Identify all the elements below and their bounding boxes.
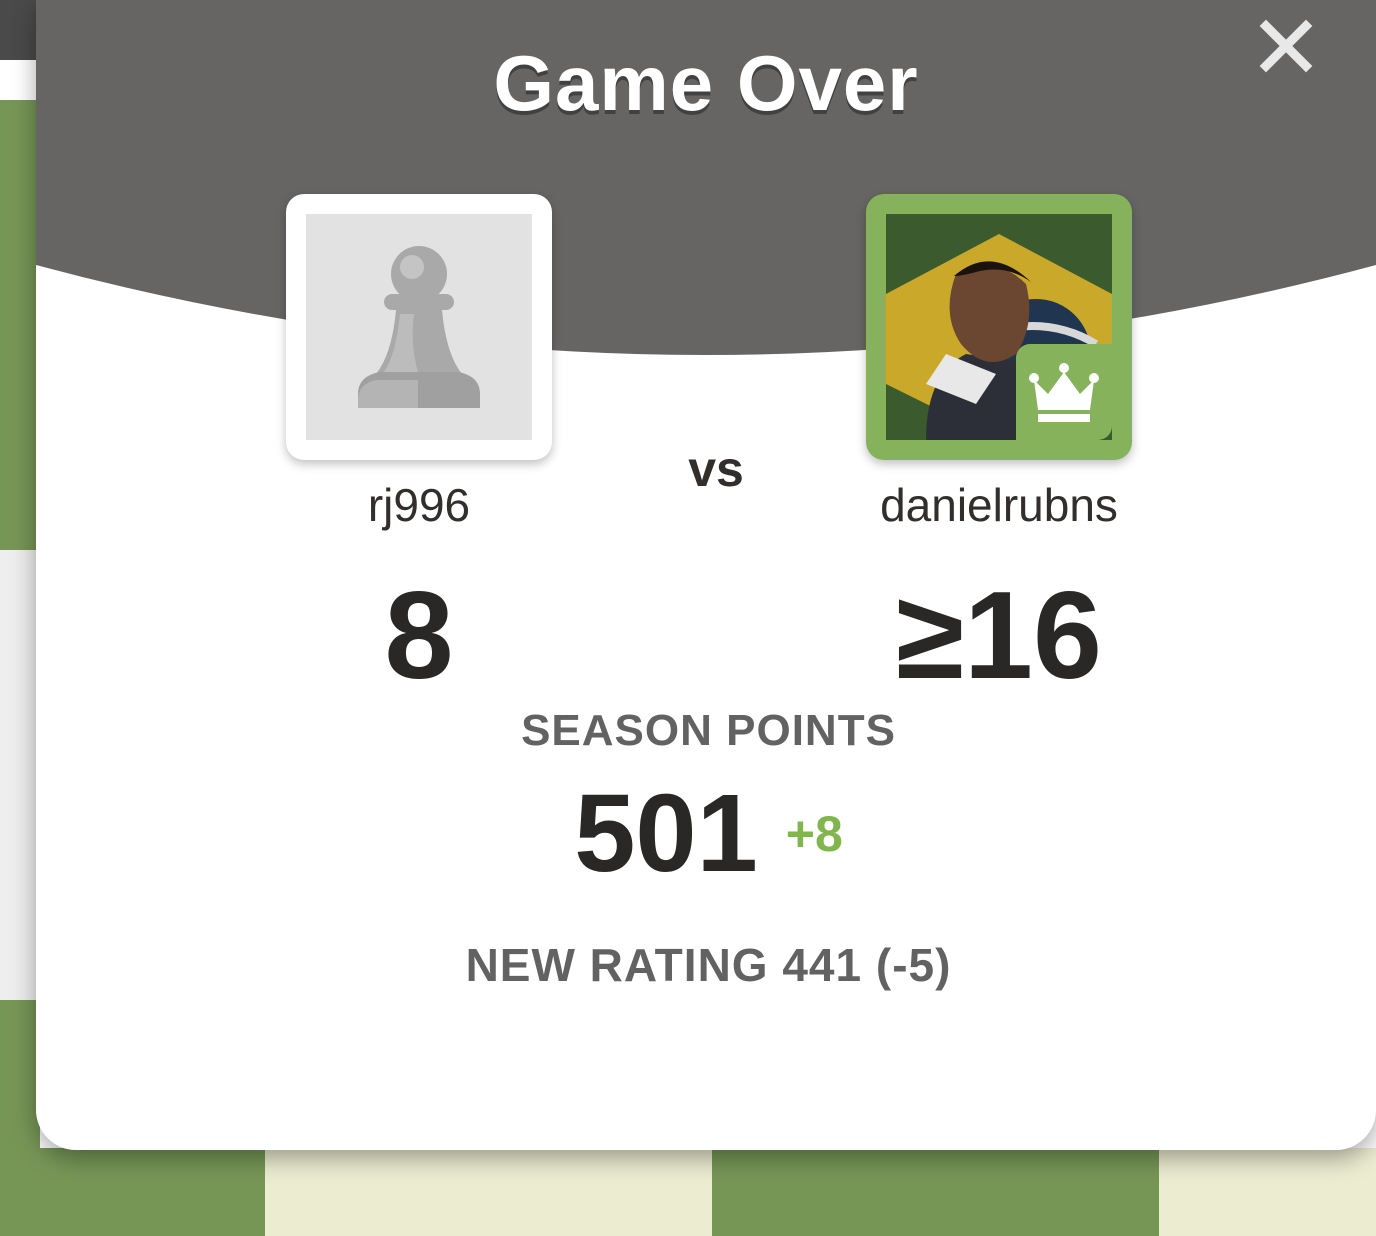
pawn-icon	[358, 246, 480, 408]
board-square	[0, 1148, 265, 1236]
close-button[interactable]	[1258, 18, 1314, 74]
season-points-label: SEASON POINTS	[521, 706, 896, 755]
new-rating: NEW RATING 441 (-5)	[465, 939, 952, 991]
modal-title: Game Over	[493, 39, 919, 127]
season-points-row: 501 +8	[36, 770, 1376, 897]
avatar-photo	[886, 214, 1112, 440]
season-points-delta: +8	[785, 805, 843, 862]
board-square	[0, 550, 40, 1000]
season-points-value: 501	[574, 772, 758, 895]
vs-label: vs	[688, 441, 744, 497]
board-square	[265, 1148, 712, 1236]
board-square	[712, 1148, 1159, 1236]
player-avatar-left[interactable]	[286, 194, 552, 460]
player-avatar-right[interactable]	[866, 194, 1132, 460]
username-right[interactable]: danielrubns	[796, 478, 1202, 532]
premium-badge	[1016, 344, 1112, 440]
username-left[interactable]: rj996	[266, 478, 572, 532]
crown-icon	[1029, 363, 1099, 422]
close-icon	[1259, 19, 1313, 73]
avatar-placeholder	[306, 214, 532, 440]
game-over-modal: Game Over vs rj996 danielrubns 8 ≥16 SEA…	[36, 0, 1376, 1150]
board-square	[1159, 1148, 1376, 1236]
score-right: ≥16	[896, 567, 1102, 705]
board-square	[0, 100, 40, 550]
score-left: 8	[384, 567, 454, 705]
